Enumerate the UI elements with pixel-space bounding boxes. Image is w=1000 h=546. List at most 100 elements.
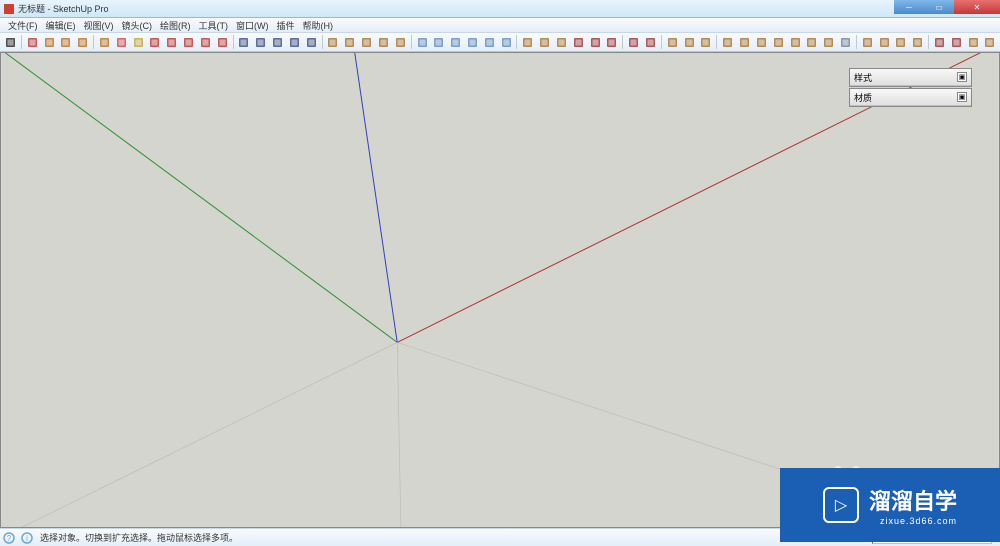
viewport-3d[interactable] (0, 52, 1000, 528)
window-controls: ─ ▭ ✕ (894, 0, 1000, 14)
toolbar-separator (93, 35, 94, 49)
text-icon[interactable] (376, 34, 392, 50)
scenes-icon[interactable] (838, 34, 854, 50)
close-button[interactable]: ✕ (954, 0, 1000, 14)
right-icon[interactable] (465, 34, 481, 50)
watermark: ▷ 溜溜自学 zixue.3d66.com (780, 468, 1000, 542)
comp-icon[interactable] (787, 34, 803, 50)
toolbar-separator (516, 35, 517, 49)
section-icon[interactable] (325, 34, 341, 50)
scale-icon[interactable] (181, 34, 197, 50)
walk-icon[interactable] (664, 34, 680, 50)
rotate-icon[interactable] (164, 34, 180, 50)
axes-icon[interactable] (392, 34, 408, 50)
sandbox-icon[interactable] (859, 34, 875, 50)
stamp-icon[interactable] (910, 34, 926, 50)
position-icon[interactable] (698, 34, 714, 50)
component-icon[interactable] (342, 34, 358, 50)
maximize-button[interactable]: ▭ (924, 0, 954, 14)
menu-item-1[interactable]: 编辑(E) (42, 19, 80, 32)
materials-panel[interactable]: 材质 ▣ (849, 88, 972, 107)
orbit-icon[interactable] (286, 34, 302, 50)
pencil-icon[interactable] (24, 34, 40, 50)
pan-icon[interactable] (303, 34, 319, 50)
extension-icon[interactable] (965, 34, 981, 50)
app-icon (4, 4, 14, 14)
toolbar-separator (622, 35, 623, 49)
styles-panel[interactable]: 样式 ▣ (849, 68, 972, 87)
svg-text:?: ? (7, 534, 12, 543)
model-icon[interactable] (720, 34, 736, 50)
play-icon: ▷ (823, 487, 859, 523)
wire-icon[interactable] (537, 34, 553, 50)
3dwh-icon[interactable] (932, 34, 948, 50)
collapse-icon[interactable]: ▣ (957, 72, 967, 82)
shadow-icon[interactable] (626, 34, 642, 50)
top-icon[interactable] (431, 34, 447, 50)
iso-icon[interactable] (414, 34, 430, 50)
hidden-icon[interactable] (554, 34, 570, 50)
fog-icon[interactable] (643, 34, 659, 50)
rectangle-icon[interactable] (41, 34, 57, 50)
shade-icon[interactable] (520, 34, 536, 50)
axes-display (1, 53, 999, 527)
ext2-icon[interactable] (982, 34, 998, 50)
help-icon[interactable]: i (20, 531, 34, 545)
menu-item-7[interactable]: 插件 (273, 19, 299, 32)
window-title: 无标题 - SketchUp Pro (18, 2, 109, 15)
circle-icon[interactable] (58, 34, 74, 50)
svg-text:i: i (26, 534, 28, 543)
contour-icon[interactable] (876, 34, 892, 50)
toolbar-separator (856, 35, 857, 49)
drape-icon[interactable] (893, 34, 909, 50)
offset-icon[interactable] (197, 34, 213, 50)
toolbar-separator (411, 35, 412, 49)
entity-icon[interactable] (770, 34, 786, 50)
panel-title: 材质 (854, 91, 872, 104)
zoom-icon[interactable] (253, 34, 269, 50)
menu-item-8[interactable]: 帮助(H) (299, 19, 338, 32)
toolbar-separator (928, 35, 929, 49)
arc-icon[interactable] (75, 34, 91, 50)
minimize-button[interactable]: ─ (894, 0, 924, 14)
edge-icon[interactable] (587, 34, 603, 50)
move-icon[interactable] (147, 34, 163, 50)
info-icon[interactable]: ? (2, 531, 16, 545)
toolbar-separator (21, 35, 22, 49)
menubar: 文件(F)编辑(E)视图(V)镜头(C)绘图(R)工具(T)窗口(W)插件帮助(… (0, 18, 1000, 33)
panel-title: 样式 (854, 71, 872, 84)
collapse-icon[interactable]: ▣ (957, 92, 967, 102)
eraser-icon[interactable] (113, 34, 129, 50)
menu-item-4[interactable]: 绘图(R) (156, 19, 195, 32)
left-icon[interactable] (498, 34, 514, 50)
pushpull-icon[interactable] (97, 34, 113, 50)
zoom-extents-icon[interactable] (270, 34, 286, 50)
menu-item-2[interactable]: 视图(V) (80, 19, 118, 32)
outliner-icon[interactable] (737, 34, 753, 50)
front-icon[interactable] (448, 34, 464, 50)
menu-item-0[interactable]: 文件(F) (4, 19, 42, 32)
styles-icon[interactable] (821, 34, 837, 50)
toolbar-separator (322, 35, 323, 49)
profile-icon[interactable] (604, 34, 620, 50)
toolbar-separator (233, 35, 234, 49)
tape-icon[interactable] (236, 34, 252, 50)
xray-icon[interactable] (570, 34, 586, 50)
look-icon[interactable] (681, 34, 697, 50)
dimension-icon[interactable] (359, 34, 375, 50)
select-icon[interactable] (3, 34, 19, 50)
menu-item-6[interactable]: 窗口(W) (232, 19, 273, 32)
status-hint: 选择对象。切换到扩充选择。拖动鼠标选择多项。 (36, 531, 814, 544)
titlebar: 无标题 - SketchUp Pro ─ ▭ ✕ (0, 0, 1000, 18)
toolbar-separator (716, 35, 717, 49)
menu-item-5[interactable]: 工具(T) (195, 19, 233, 32)
mat-icon[interactable] (804, 34, 820, 50)
layers-icon[interactable] (753, 34, 769, 50)
followme-icon[interactable] (214, 34, 230, 50)
toolbar (0, 33, 1000, 52)
menu-item-3[interactable]: 镜头(C) (118, 19, 157, 32)
share-icon[interactable] (948, 34, 964, 50)
paint-icon[interactable] (130, 34, 146, 50)
toolbar-separator (661, 35, 662, 49)
back-icon[interactable] (481, 34, 497, 50)
